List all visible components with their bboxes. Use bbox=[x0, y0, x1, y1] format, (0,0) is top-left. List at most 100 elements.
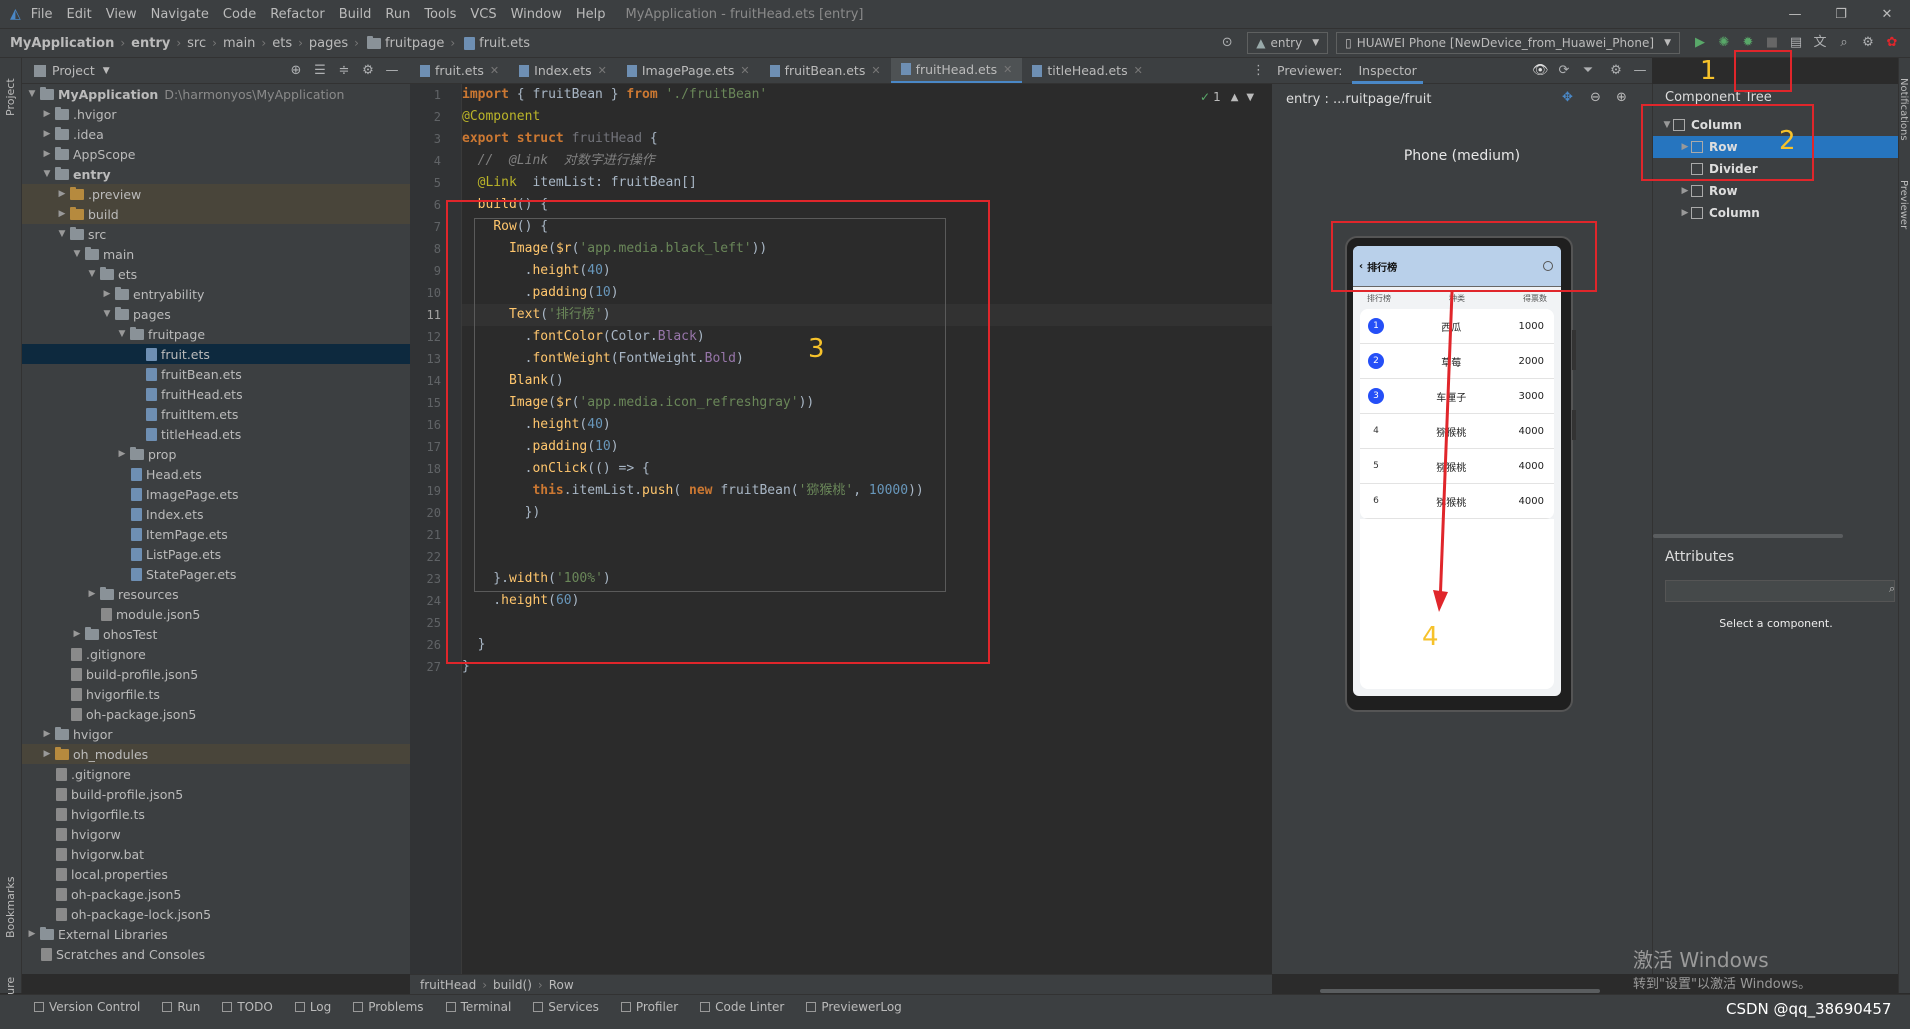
toggle-inspector-icon[interactable]: 👁 bbox=[1532, 63, 1549, 79]
target-icon[interactable]: ⊙ bbox=[1219, 35, 1235, 51]
tree-item[interactable]: build-profile.json5 bbox=[22, 664, 410, 684]
code-breadcrumb-item[interactable]: fruitHead bbox=[420, 978, 476, 992]
collapse-arrow-icon[interactable]: ▶ bbox=[116, 449, 128, 459]
refresh-icon[interactable]: ⟳ bbox=[1556, 63, 1572, 79]
close-tab-icon[interactable]: ✕ bbox=[1134, 64, 1143, 77]
tool-window-version-control[interactable]: Version Control bbox=[34, 1000, 140, 1014]
tree-item[interactable]: module.json5 bbox=[22, 604, 410, 624]
tree-item[interactable]: ▼ MyApplication D:\harmonyos\MyApplication bbox=[22, 84, 410, 104]
tree-item[interactable]: ▶ ohosTest bbox=[22, 624, 410, 644]
chevron-down-icon[interactable]: ▼ bbox=[103, 66, 110, 76]
filter-icon[interactable]: ⏷ bbox=[1580, 63, 1596, 79]
menu-help[interactable]: Help bbox=[576, 7, 606, 22]
menu-edit[interactable]: Edit bbox=[67, 7, 92, 22]
editor-tab[interactable]: ImagePage.ets ✕ bbox=[617, 58, 760, 83]
code-line[interactable]: export struct fruitHead { bbox=[462, 128, 1272, 150]
debug-icon[interactable]: ✺ bbox=[1716, 35, 1732, 51]
collapse-arrow-icon[interactable]: ▶ bbox=[41, 729, 53, 739]
tree-item[interactable]: ImagePage.ets bbox=[22, 484, 410, 504]
bookmarks-tool-tab[interactable]: Bookmarks bbox=[4, 877, 17, 938]
gear-icon[interactable]: ⚙ bbox=[360, 63, 376, 79]
tool-window-previewerlog[interactable]: PreviewerLog bbox=[806, 1000, 902, 1014]
tree-item[interactable]: ▶ .preview bbox=[22, 184, 410, 204]
tree-item[interactable]: ▶ prop bbox=[22, 444, 410, 464]
menu-vcs[interactable]: VCS bbox=[470, 7, 496, 22]
editor-tab[interactable]: fruitBean.ets ✕ bbox=[760, 58, 891, 83]
collapse-arrow-icon[interactable]: ▶ bbox=[26, 929, 38, 939]
close-tab-icon[interactable]: ✕ bbox=[598, 64, 607, 77]
menu-file[interactable]: File bbox=[31, 7, 53, 22]
component-tree-node[interactable]: ▶ Row bbox=[1653, 180, 1899, 202]
editor-tab[interactable]: fruitHead.ets ✕ bbox=[890, 58, 1023, 83]
project-tool-tab[interactable]: Project bbox=[4, 78, 17, 116]
expand-arrow-icon[interactable]: ▼ bbox=[56, 229, 68, 239]
collapse-arrow-icon[interactable]: ▶ bbox=[1679, 208, 1691, 218]
more-tabs-icon[interactable]: ⋮ bbox=[1252, 63, 1265, 78]
code-line[interactable]: import { fruitBean } from './fruitBean' bbox=[462, 84, 1272, 106]
tree-item[interactable]: ▶ resources bbox=[22, 584, 410, 604]
device-manager-icon[interactable]: ▤ bbox=[1788, 35, 1804, 51]
run-config-select[interactable]: ▲ entry ▼ bbox=[1247, 32, 1329, 54]
close-tab-icon[interactable]: ✕ bbox=[871, 64, 880, 77]
tree-item[interactable]: Index.ets bbox=[22, 504, 410, 524]
tree-item[interactable]: ▼ pages bbox=[22, 304, 410, 324]
collapse-arrow-icon[interactable]: ▶ bbox=[71, 629, 83, 639]
tree-item[interactable]: ItemPage.ets bbox=[22, 524, 410, 544]
expand-arrow-icon[interactable]: ▼ bbox=[71, 249, 83, 259]
tool-window-profiler[interactable]: Profiler bbox=[620, 1000, 678, 1014]
collapse-arrow-icon[interactable]: ▶ bbox=[101, 289, 113, 299]
tree-item[interactable]: ▼ src bbox=[22, 224, 410, 244]
hide-panel-icon[interactable]: — bbox=[1632, 63, 1648, 79]
component-tree-node[interactable]: ▶ Column bbox=[1653, 202, 1899, 224]
tree-item[interactable]: oh-package.json5 bbox=[22, 704, 410, 724]
tool-window-run[interactable]: Run bbox=[162, 1000, 200, 1014]
previous-highlight-icon[interactable]: ▲ bbox=[1231, 92, 1239, 103]
tree-item[interactable]: ▶ AppScope bbox=[22, 144, 410, 164]
collapse-arrow-icon[interactable]: ▶ bbox=[1679, 186, 1691, 196]
tool-window-log[interactable]: Log bbox=[294, 1000, 331, 1014]
translate-icon[interactable]: 文 bbox=[1812, 35, 1828, 51]
close-tab-icon[interactable]: ✕ bbox=[740, 64, 749, 77]
huawei-logo-icon[interactable]: ✿ bbox=[1884, 35, 1900, 51]
collapse-arrow-icon[interactable]: ▶ bbox=[56, 189, 68, 199]
close-tab-icon[interactable]: ✕ bbox=[490, 64, 499, 77]
tree-item[interactable]: build-profile.json5 bbox=[22, 784, 410, 804]
tree-item[interactable]: oh-package-lock.json5 bbox=[22, 904, 410, 924]
project-view-select[interactable]: Project bbox=[52, 63, 95, 78]
editor-tab[interactable]: titleHead.ets ✕ bbox=[1022, 58, 1152, 83]
tree-item[interactable]: ▼ fruitpage bbox=[22, 324, 410, 344]
hide-panel-icon[interactable]: — bbox=[384, 63, 400, 79]
tree-item[interactable]: hvigorw.bat bbox=[22, 844, 410, 864]
tree-item[interactable]: local.properties bbox=[22, 864, 410, 884]
tool-window-terminal[interactable]: Terminal bbox=[445, 1000, 511, 1014]
breadcrumb-item[interactable]: pages bbox=[309, 36, 348, 51]
tree-item[interactable]: ▶ External Libraries bbox=[22, 924, 410, 944]
attributes-search[interactable] bbox=[1665, 580, 1895, 602]
tree-item[interactable]: ▼ ets bbox=[22, 264, 410, 284]
search-icon[interactable]: ⌕ bbox=[1836, 35, 1852, 51]
previewer-tab[interactable]: Previewer: bbox=[1277, 63, 1342, 78]
expand-arrow-icon[interactable]: ▼ bbox=[101, 309, 113, 319]
menu-build[interactable]: Build bbox=[339, 7, 372, 22]
expand-arrow-icon[interactable]: ▼ bbox=[86, 269, 98, 279]
code-line[interactable]: @Link itemList: fruitBean[] bbox=[462, 172, 1272, 194]
menu-run[interactable]: Run bbox=[385, 7, 410, 22]
tree-item[interactable]: titleHead.ets bbox=[22, 424, 410, 444]
tree-scrollbar[interactable] bbox=[1653, 534, 1843, 538]
previewer-tool-tab[interactable]: Previewer bbox=[1898, 180, 1909, 229]
breadcrumb-item[interactable]: fruitpage bbox=[385, 36, 444, 51]
next-highlight-icon[interactable]: ▼ bbox=[1246, 92, 1254, 103]
tool-window-problems[interactable]: Problems bbox=[353, 1000, 424, 1014]
close-window-button[interactable]: ✕ bbox=[1864, 7, 1910, 22]
inspection-widget[interactable]: ✓ 1 ▲ ▼ bbox=[1200, 90, 1254, 104]
tree-item[interactable]: .gitignore bbox=[22, 764, 410, 784]
collapse-arrow-icon[interactable]: ▶ bbox=[41, 109, 53, 119]
tree-item[interactable]: ▶ .hvigor bbox=[22, 104, 410, 124]
tree-item[interactable]: ▶ entryability bbox=[22, 284, 410, 304]
expand-all-icon[interactable]: ☰ bbox=[312, 63, 328, 79]
tree-item[interactable]: hvigorw bbox=[22, 824, 410, 844]
attach-debugger-icon[interactable]: ✹ bbox=[1740, 35, 1756, 51]
stop-icon[interactable]: ■ bbox=[1764, 35, 1780, 51]
zoom-out-icon[interactable]: ⊖ bbox=[1590, 90, 1601, 105]
breadcrumb-item[interactable]: src bbox=[187, 36, 206, 51]
